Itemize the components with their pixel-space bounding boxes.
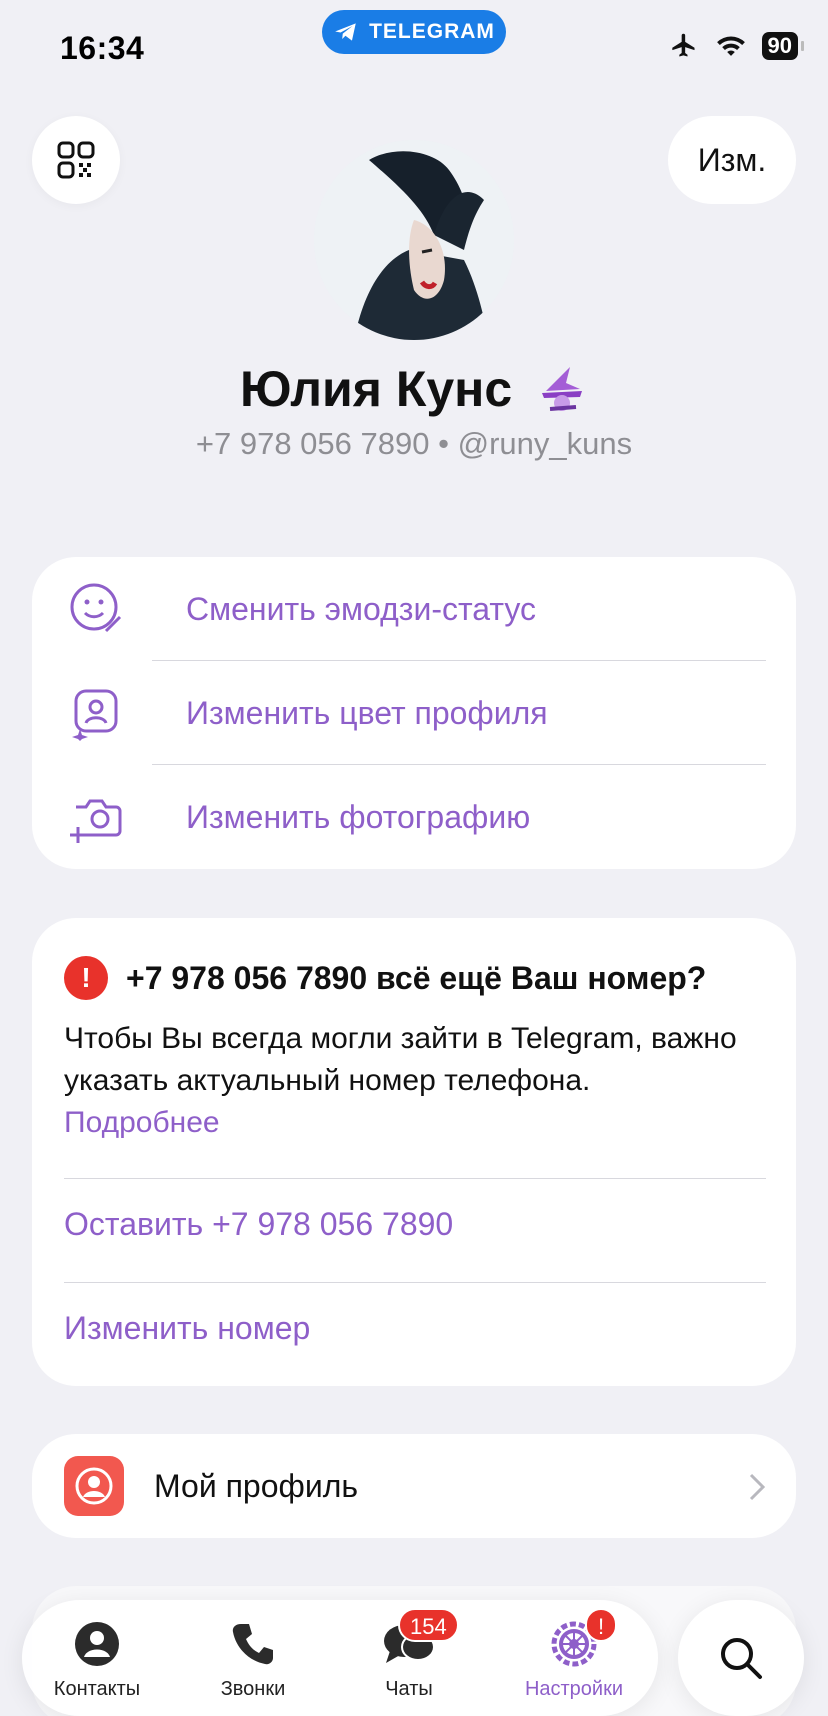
settings-icon: ! xyxy=(549,1608,618,1676)
telegram-pill[interactable]: TELEGRAM xyxy=(322,10,506,54)
my-profile-label: Мой профиль xyxy=(154,1467,359,1504)
more-link[interactable]: Подробнее xyxy=(64,1106,220,1139)
divider xyxy=(64,1178,766,1179)
profile-name-row: Юлия Кунс xyxy=(0,360,828,425)
profile-subtitle: +7 978 056 7890 • @runy_kuns xyxy=(0,426,828,462)
search-icon xyxy=(721,1638,762,1679)
tab-settings[interactable]: ! Настройки xyxy=(490,1600,658,1716)
profile-phone: +7 978 056 7890 xyxy=(195,426,430,461)
tab-chats[interactable]: 154 Чаты xyxy=(334,1600,484,1716)
witch-emoji-icon[interactable] xyxy=(536,361,588,425)
tab-chats-label: Чаты xyxy=(385,1678,433,1700)
tab-calls[interactable]: Звонки xyxy=(178,1600,328,1716)
phone-check-header: ! +7 978 056 7890 всё ещё Ваш номер? xyxy=(64,956,706,1000)
telegram-icon xyxy=(335,23,356,41)
profile-name: Юлия Кунс xyxy=(239,361,513,417)
search-button[interactable] xyxy=(678,1600,804,1716)
change-emoji-status-label: Сменить эмодзи-статус xyxy=(186,590,537,627)
person-icon xyxy=(64,1456,124,1516)
divider xyxy=(64,1282,766,1283)
chats-badge: 154 xyxy=(398,1608,459,1642)
chevron-right-icon xyxy=(749,1473,766,1501)
camera-add-icon xyxy=(66,787,126,847)
profile-separator: • xyxy=(438,426,449,461)
avatar-image xyxy=(314,140,514,340)
change-photo-label: Изменить фотографию xyxy=(186,798,531,835)
telegram-pill-label: TELEGRAM xyxy=(369,20,495,43)
chats-icon: 154 xyxy=(382,1608,459,1676)
change-profile-color-label: Изменить цвет профиля xyxy=(186,694,548,731)
profile-username[interactable]: @runy_kuns xyxy=(458,426,633,461)
change-emoji-status-row[interactable]: Сменить эмодзи-статус xyxy=(32,557,796,661)
edit-button[interactable]: Изм. xyxy=(668,116,796,204)
qr-code-icon xyxy=(57,141,95,179)
tab-settings-label: Настройки xyxy=(524,1678,624,1700)
status-bar: 16:34 TELEGRAM 90 xyxy=(0,0,828,100)
phone-check-title: +7 978 056 7890 всё ещё Ваш номер? xyxy=(126,959,707,996)
status-icons: 90 xyxy=(668,32,805,60)
battery-icon: 90 xyxy=(761,32,805,60)
phone-check-card: ! +7 978 056 7890 всё ещё Ваш номер? Что… xyxy=(32,918,796,1386)
phone-check-body: Чтобы Вы всегда могли зайти в Telegram, … xyxy=(64,1018,764,1144)
change-number-button[interactable]: Изменить номер xyxy=(64,1310,310,1347)
my-profile-row[interactable]: Мой профиль xyxy=(32,1434,796,1538)
qr-code-button[interactable] xyxy=(32,116,120,204)
emoji-status-icon xyxy=(66,579,126,639)
change-photo-row[interactable]: Изменить фотографию xyxy=(32,765,796,869)
airplane-icon xyxy=(671,33,695,57)
alert-icon: ! xyxy=(64,956,108,1000)
avatar[interactable] xyxy=(314,140,514,340)
settings-badge: ! xyxy=(585,1608,618,1642)
profile-options-card: Сменить эмодзи-статус Изменить цвет проф… xyxy=(32,557,796,869)
contacts-icon xyxy=(72,1612,122,1676)
tab-calls-label: Звонки xyxy=(220,1678,286,1700)
phone-check-text: Чтобы Вы всегда могли зайти в Telegram, … xyxy=(64,1022,737,1097)
profile-color-icon xyxy=(66,683,126,743)
tab-contacts[interactable]: Контакты xyxy=(22,1600,172,1716)
change-profile-color-row[interactable]: Изменить цвет профиля xyxy=(32,661,796,765)
phone-icon xyxy=(229,1612,277,1676)
battery-level: 90 xyxy=(767,33,792,58)
keep-number-button[interactable]: Оставить +7 978 056 7890 xyxy=(64,1206,453,1243)
wifi-icon xyxy=(716,36,745,56)
tab-contacts-label: Контакты xyxy=(53,1678,141,1700)
tab-bar: Контакты Звонки 154 Чаты ! Настройки xyxy=(22,1600,658,1716)
status-time: 16:34 xyxy=(60,30,145,66)
